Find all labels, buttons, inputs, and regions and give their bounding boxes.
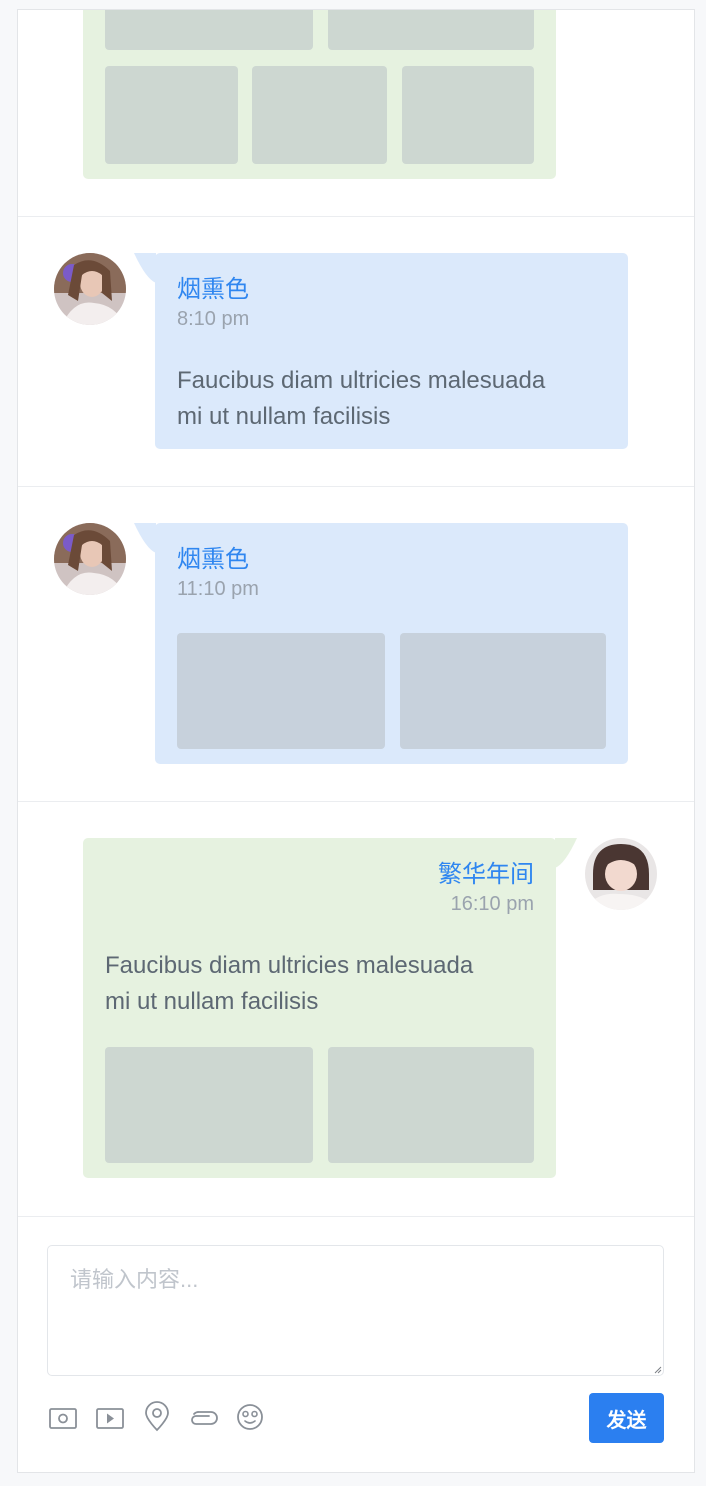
message-item xyxy=(18,10,694,217)
message-input[interactable] xyxy=(47,1245,664,1376)
bubble-tail xyxy=(134,523,156,553)
image-thumbnail[interactable] xyxy=(105,1047,313,1163)
image-icon[interactable] xyxy=(47,1401,79,1433)
resize-handle-icon[interactable] xyxy=(652,1364,662,1374)
message-text: Faucibus diam ultricies malesuada mi ut … xyxy=(177,363,545,435)
message-bubble: 烟熏色 8:10 pm Faucibus diam ultricies male… xyxy=(155,253,628,449)
video-icon[interactable] xyxy=(94,1401,126,1433)
bubble-tail xyxy=(134,253,156,283)
image-thumbnail[interactable] xyxy=(105,66,238,164)
message-text-line: Faucibus diam ultricies malesuada xyxy=(105,952,474,979)
message-text-line: Faucibus diam ultricies malesuada xyxy=(177,367,546,394)
attachment-icon[interactable] xyxy=(187,1401,219,1433)
message-time: 8:10 pm xyxy=(177,308,250,330)
bubble-tail xyxy=(555,838,577,868)
message-item: 烟熏色 11:10 pm xyxy=(18,486,694,802)
image-thumbnail[interactable] xyxy=(252,66,387,164)
sender-name[interactable]: 烟熏色 xyxy=(177,539,249,574)
image-thumbnail[interactable] xyxy=(328,10,534,50)
message-bubble xyxy=(83,10,556,179)
message-composer: 发送 xyxy=(18,1216,694,1472)
message-item: 烟熏色 8:10 pm Faucibus diam ultricies male… xyxy=(18,216,694,487)
image-thumbnail[interactable] xyxy=(328,1047,534,1163)
avatar[interactable] xyxy=(585,838,657,910)
emoji-icon[interactable] xyxy=(234,1401,266,1433)
sender-name[interactable]: 繁华年间 xyxy=(438,854,534,889)
message-bubble: 繁华年间 16:10 pm Faucibus diam ultricies ma… xyxy=(83,838,556,1178)
image-thumbnail[interactable] xyxy=(400,633,606,749)
image-thumbnail[interactable] xyxy=(402,66,534,164)
chat-panel: 烟熏色 8:10 pm Faucibus diam ultricies male… xyxy=(17,9,695,1473)
message-time: 16:10 pm xyxy=(450,893,534,915)
send-button[interactable]: 发送 xyxy=(589,1393,664,1443)
message-text-line: mi ut nullam facilisis xyxy=(177,403,391,430)
message-time: 11:10 pm xyxy=(177,578,259,600)
location-icon[interactable] xyxy=(141,1401,173,1433)
image-thumbnail[interactable] xyxy=(177,633,385,749)
sender-name[interactable]: 烟熏色 xyxy=(177,269,249,304)
message-item: 繁华年间 16:10 pm Faucibus diam ultricies ma… xyxy=(18,801,694,1217)
avatar[interactable] xyxy=(54,523,126,595)
image-thumbnail[interactable] xyxy=(105,10,313,50)
message-text-line: mi ut nullam facilisis xyxy=(105,988,319,1015)
message-text: Faucibus diam ultricies malesuada mi ut … xyxy=(105,948,473,1020)
message-bubble: 烟熏色 11:10 pm xyxy=(155,523,628,764)
avatar[interactable] xyxy=(54,253,126,325)
